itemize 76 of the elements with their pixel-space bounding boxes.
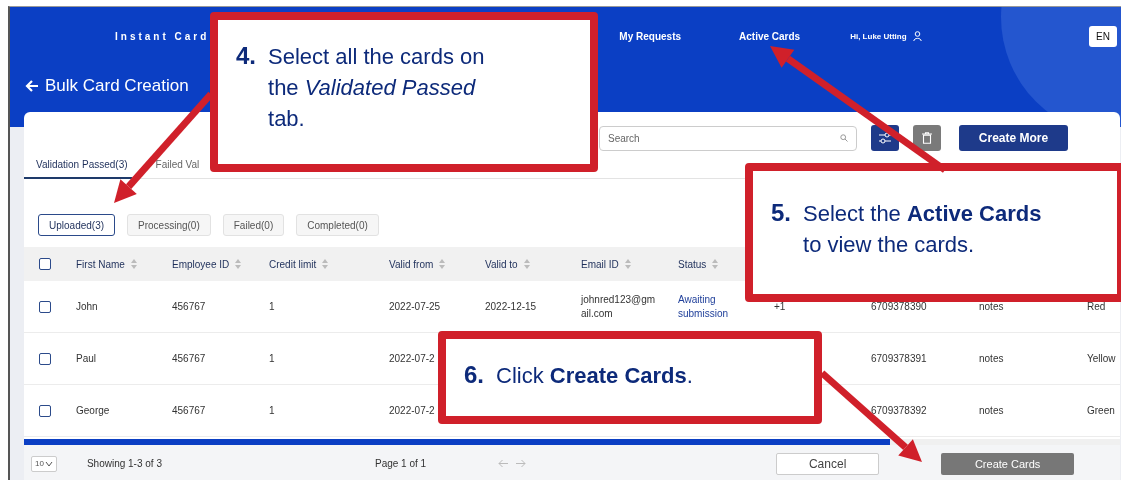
table-cell-text: 456767 bbox=[172, 301, 207, 312]
user-icon[interactable] bbox=[912, 31, 922, 41]
row-checkbox[interactable] bbox=[39, 300, 51, 313]
table-cell: johnred123@gmail.com bbox=[581, 292, 657, 321]
table-cell-text: Paul bbox=[76, 353, 97, 364]
sort-icon[interactable] bbox=[439, 259, 446, 269]
table-cell-text: 1 bbox=[269, 405, 276, 416]
table-cell-text: 1 bbox=[269, 353, 276, 364]
column-header: Email ID bbox=[581, 258, 619, 270]
column-header: Status bbox=[678, 258, 707, 270]
table-cell-text: 2022-07-2 bbox=[389, 405, 436, 416]
column-header: Valid to bbox=[485, 258, 518, 270]
trash-icon bbox=[922, 132, 932, 144]
nav-link[interactable]: Active Cards bbox=[739, 30, 801, 42]
column-header: Employee ID bbox=[172, 258, 230, 270]
search-icon bbox=[840, 133, 848, 142]
page-size-select[interactable]: 10 bbox=[31, 455, 57, 472]
page-title: Bulk Card Creation bbox=[45, 76, 189, 96]
table-cell-text: Yellow bbox=[1087, 353, 1117, 364]
status-text: Awaiting submission bbox=[678, 292, 730, 321]
row-checkbox[interactable] bbox=[39, 404, 51, 417]
table-cell-text: John bbox=[76, 301, 99, 312]
select-all-checkbox[interactable] bbox=[39, 258, 51, 270]
callout-text: Select the Active Cards to view the cards. bbox=[803, 200, 1043, 259]
column-header: Credit limit bbox=[269, 258, 317, 270]
step-number: 5. bbox=[771, 199, 791, 227]
sort-icon[interactable] bbox=[130, 259, 137, 269]
sort-icon[interactable] bbox=[624, 259, 631, 269]
sort-icon[interactable] bbox=[712, 259, 719, 269]
table-cell-text: notes bbox=[979, 405, 1005, 416]
brand-name: Instant Card bbox=[115, 30, 210, 42]
step-number: 6. bbox=[464, 361, 484, 389]
column-header: First Name bbox=[76, 258, 125, 270]
table-cell-text: Green bbox=[1087, 405, 1116, 416]
table-cell-text: notes bbox=[979, 353, 1005, 364]
language-button[interactable]: EN bbox=[1089, 25, 1117, 47]
column-header: Valid from bbox=[389, 258, 434, 270]
callout-text: Select all the cards on the Validated Passed tab. bbox=[268, 43, 486, 133]
back-arrow-icon[interactable] bbox=[25, 79, 39, 93]
table-cell-text: 6709378391 bbox=[871, 353, 928, 364]
previous-page-icon[interactable] bbox=[498, 459, 510, 468]
sort-icon[interactable] bbox=[523, 259, 530, 269]
sliders-icon bbox=[878, 131, 892, 145]
table-cell-text: George bbox=[76, 405, 111, 416]
sort-icon[interactable] bbox=[322, 259, 329, 269]
filter-chip[interactable]: Completed(0) bbox=[296, 214, 379, 236]
filter-chip[interactable]: Failed(0) bbox=[222, 214, 285, 236]
search-field[interactable]: Search bbox=[599, 125, 857, 151]
filter-chip[interactable]: Uploaded(3) bbox=[38, 214, 116, 236]
chevron-down-icon bbox=[44, 460, 53, 467]
step-number: 4. bbox=[236, 42, 256, 70]
cancel-button[interactable]: Cancel bbox=[776, 452, 880, 475]
callout-text: Click Create Cards. bbox=[496, 362, 694, 390]
tab[interactable]: Failed Val bbox=[143, 152, 204, 179]
table-cell-text: 6709378390 bbox=[871, 301, 928, 312]
create-more-button[interactable]: Create More bbox=[959, 125, 1068, 151]
scrollbar-thumb[interactable] bbox=[24, 439, 890, 445]
table-cell-text: 2022-07-25 bbox=[389, 301, 442, 312]
page-indicator: Page 1 of 1 bbox=[374, 458, 427, 469]
table-cell-text: 2022-07-2 bbox=[389, 353, 436, 364]
tab[interactable]: Validation Passed(3) bbox=[24, 152, 132, 179]
table-cell-text: Red bbox=[1087, 301, 1107, 312]
filter-chip[interactable]: Processing(0) bbox=[127, 214, 211, 236]
table-cell-text: notes bbox=[979, 301, 1005, 312]
user-greeting: Hi, Luke Utting bbox=[850, 31, 907, 41]
table-cell-text: 456767 bbox=[172, 353, 207, 364]
sort-icon[interactable] bbox=[235, 259, 242, 269]
table-cell-text: 2022-12-15 bbox=[485, 301, 538, 312]
table-cell-text: 456767 bbox=[172, 405, 207, 416]
showing-count: Showing 1-3 of 3 bbox=[86, 458, 162, 469]
nav-link[interactable]: My Requests bbox=[619, 30, 682, 42]
next-page-icon[interactable] bbox=[515, 459, 527, 468]
row-checkbox[interactable] bbox=[39, 352, 51, 365]
table-cell-text: 1 bbox=[269, 301, 276, 312]
table-cell-text: 6709378392 bbox=[871, 405, 928, 416]
table-cell-text: +1 bbox=[774, 301, 787, 312]
